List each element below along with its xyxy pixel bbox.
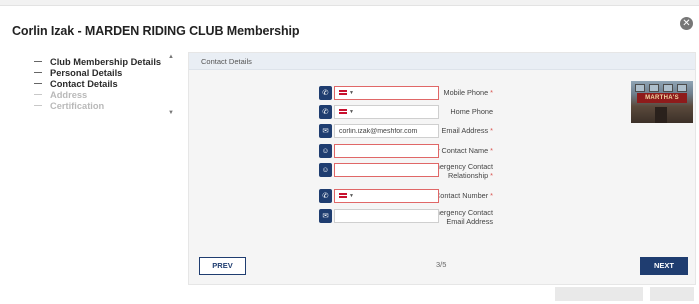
step-list: Club Membership Details Personal Details… (34, 56, 162, 111)
step-marker (34, 93, 42, 96)
home-phone-row: Home Phone ✆ ▼ (189, 104, 697, 120)
steps-scrollbar[interactable]: ▲ ▼ (167, 54, 175, 116)
step-label: Address (50, 89, 88, 100)
person-circle-icon: ☺ (319, 163, 332, 177)
prev-button[interactable]: PREV (199, 257, 246, 275)
phone-icon: ✆ (319, 189, 332, 203)
chevron-down-icon[interactable]: ▼ (349, 90, 354, 96)
step-address: Address (34, 89, 162, 100)
step-label: Contact Details (50, 78, 118, 89)
scroll-down-icon[interactable]: ▼ (168, 110, 174, 116)
emergency-contact-email-field[interactable] (334, 209, 439, 223)
step-club-membership-details[interactable]: Club Membership Details (34, 56, 162, 67)
step-marker (34, 82, 42, 85)
step-personal-details[interactable]: Personal Details (34, 67, 162, 78)
scroll-up-icon[interactable]: ▲ (168, 54, 174, 60)
envelope-icon: ✉ (319, 209, 332, 223)
top-bar (0, 0, 699, 6)
close-icon[interactable]: ✕ (680, 17, 693, 30)
next-button[interactable]: NEXT (640, 257, 688, 275)
phone-icon: ✆ (319, 86, 332, 100)
emergency-contact-email-row: Emergency Contact Email Address ✉ (189, 208, 697, 230)
photo-door (655, 107, 667, 123)
email-row: Email Address * ✉ (189, 123, 697, 139)
page-counter: 3/5 (436, 260, 447, 269)
step-marker (34, 71, 42, 74)
person-circle-icon: ☺ (319, 144, 332, 158)
uk-flag-icon[interactable] (339, 193, 347, 198)
footer-button-disabled (650, 287, 694, 301)
contact-details-panel: Contact Details Mobile Phone * ✆ ▼ Home P… (188, 52, 696, 285)
email-field[interactable] (334, 124, 439, 138)
photo-sign: MARTHA'S (637, 93, 687, 103)
photo-window (649, 84, 659, 92)
mobile-phone-field[interactable]: ▼ (334, 86, 439, 100)
step-contact-details[interactable]: Contact Details (34, 78, 162, 89)
emergency-contact-relationship-row: Emergency Contact Relationship * ☺ (189, 162, 697, 184)
phone-icon: ✆ (319, 105, 332, 119)
home-phone-field[interactable]: ▼ (334, 105, 439, 119)
chevron-down-icon[interactable]: ▼ (349, 109, 354, 115)
photo-window (663, 84, 673, 92)
step-label: Club Membership Details (50, 56, 162, 67)
modal-title: Corlin Izak - MARDEN RIDING CLUB Members… (12, 24, 300, 38)
step-marker (34, 60, 42, 63)
step-marker (34, 104, 42, 107)
emergency-contact-number-row: Emergency Contact Number * ✆ ▼ (189, 188, 697, 204)
panel-header: Contact Details (189, 53, 695, 70)
step-label: Certification (50, 100, 105, 111)
mobile-phone-row: Mobile Phone * ✆ ▼ (189, 85, 697, 101)
emergency-contact-number-field[interactable]: ▼ (334, 189, 439, 203)
photo-window (635, 84, 645, 92)
footer-button-disabled (555, 287, 643, 301)
emergency-contact-name-field[interactable] (334, 144, 439, 158)
chevron-down-icon[interactable]: ▼ (349, 193, 354, 199)
photo-window (677, 84, 687, 92)
envelope-icon: ✉ (319, 124, 332, 138)
uk-flag-icon[interactable] (339, 90, 347, 95)
step-label: Personal Details (50, 67, 123, 78)
emergency-contact-relationship-field[interactable] (334, 163, 439, 177)
club-photo: MARTHA'S (631, 81, 693, 123)
step-certification: Certification (34, 100, 162, 111)
uk-flag-icon[interactable] (339, 109, 347, 114)
emergency-contact-name-row: Emergency Contact Name * ☺ (189, 143, 697, 159)
